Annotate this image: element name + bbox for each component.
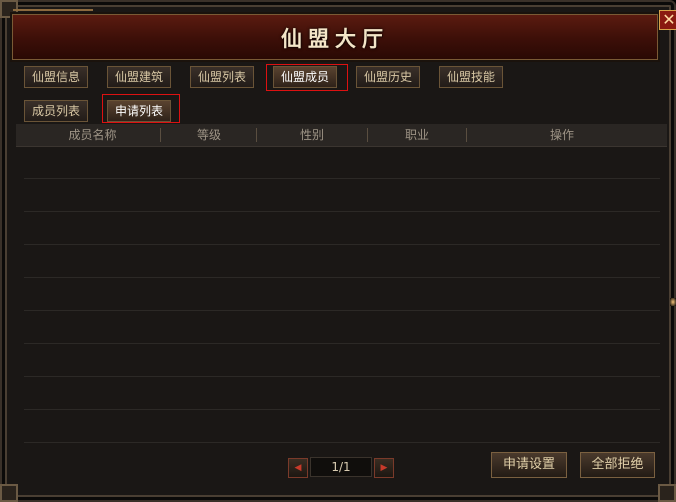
column-header-actions: 操作 (549, 128, 574, 142)
table-row-divider (24, 442, 660, 443)
table-header: 成员名称 等级 性别 职业 操作 (16, 124, 667, 147)
reject-all-button[interactable]: 全部拒绝 (580, 452, 655, 478)
page-indicator: 1/1 (310, 457, 372, 477)
tab-guild-buildings[interactable]: 仙盟建筑 (107, 66, 172, 88)
tab-guild-info[interactable]: 仙盟信息 (24, 66, 89, 88)
prev-page-button[interactable]: ◀ (288, 458, 308, 478)
table-row-divider (24, 178, 660, 179)
tab-guild-list[interactable]: 仙盟列表 (190, 66, 255, 88)
title-bar: 仙盟大厅 (12, 9, 658, 60)
corner-ornament (658, 484, 676, 502)
table-row-divider (24, 277, 660, 278)
table-row-divider (24, 343, 660, 344)
column-header-class: 职业 (404, 128, 429, 142)
corner-ornament (0, 484, 18, 502)
table-row-divider (24, 244, 660, 245)
column-header-gender: 性别 (299, 128, 324, 142)
table-row-divider (24, 376, 660, 377)
column-header-level: 等级 (196, 128, 221, 142)
next-page-button[interactable]: ▶ (374, 458, 394, 478)
table-row-divider (24, 211, 660, 212)
table-row-divider (24, 409, 660, 410)
subtab-application-list[interactable]: 申请列表 (107, 100, 172, 122)
application-settings-button[interactable]: 申请设置 (491, 452, 567, 478)
edge-glow (670, 298, 676, 306)
tab-guild-history[interactable]: 仙盟历史 (356, 66, 421, 88)
table-row-divider (24, 310, 660, 311)
column-header-member-name: 成员名称 (68, 128, 117, 142)
tab-guild-members[interactable]: 仙盟成员 (273, 66, 338, 88)
subtab-member-list[interactable]: 成员列表 (24, 100, 89, 122)
close-icon[interactable]: ✕ (659, 10, 676, 30)
tab-guild-skills[interactable]: 仙盟技能 (439, 66, 504, 88)
window-title: 仙盟大厅 (281, 26, 389, 51)
